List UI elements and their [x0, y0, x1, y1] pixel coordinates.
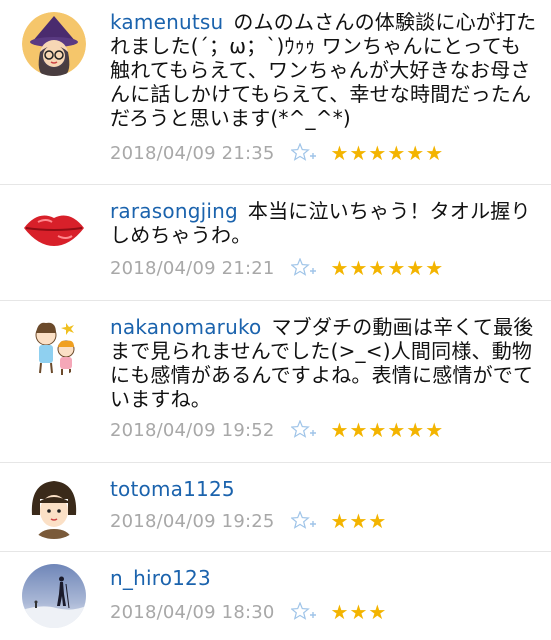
comment-username[interactable]: totoma1125: [110, 477, 235, 501]
comment-meta: 2018/04/09 21:35 ★★★★★★: [110, 139, 444, 167]
comment-username[interactable]: nakanomaruko: [110, 315, 261, 339]
comment-item: nakanomaruko マブダチの動画は辛くて最後まで見られませんでした(>_<…: [0, 301, 551, 463]
rating-stars: ★★★★★★: [330, 141, 445, 165]
comment-timestamp: 2018/04/09 18:30: [110, 601, 275, 623]
rating-stars: ★★★★★★: [330, 256, 445, 280]
comment-item: rarasongjing 本当に泣いちゃう！タオル握りしめちゃうわ。 2018/0…: [0, 185, 551, 301]
comment-meta: 2018/04/09 21:21 ★★★★★★: [110, 254, 444, 282]
climber-photo-icon: [22, 564, 86, 628]
comment-timestamp: 2018/04/09 19:52: [110, 419, 275, 441]
girl-bob-hair-icon: [22, 475, 86, 539]
avatar[interactable]: [22, 12, 86, 76]
comment-text: rarasongjing 本当に泣いちゃう！タオル握りしめちゃうわ。: [110, 199, 540, 247]
comment-item: n_hiro123 2018/04/09 18:30 ★★★: [0, 552, 551, 640]
comment-meta: 2018/04/09 18:30 ★★★: [110, 598, 387, 626]
comment-timestamp: 2018/04/09 19:25: [110, 510, 275, 532]
comment-meta: 2018/04/09 19:25 ★★★: [110, 507, 387, 535]
add-favorite-star-icon[interactable]: [290, 143, 317, 163]
comment-text: nakanomaruko マブダチの動画は辛くて最後まで見られませんでした(>_<…: [110, 315, 540, 411]
witch-avatar-icon: [22, 12, 86, 76]
add-favorite-star-icon[interactable]: [290, 258, 317, 278]
comment-username[interactable]: rarasongjing: [110, 199, 238, 223]
add-favorite-star-icon[interactable]: [290, 511, 317, 531]
comment-timestamp: 2018/04/09 21:21: [110, 257, 275, 279]
comment-meta: 2018/04/09 19:52 ★★★★★★: [110, 416, 444, 444]
comment-text: kamenutsu のムのムさんの体験談に心が打たれました(´；ω；`)ｳｩｩ ワ…: [110, 10, 540, 130]
comment-text: n_hiro123: [110, 566, 540, 590]
avatar[interactable]: [22, 564, 86, 628]
red-lips-icon: [22, 196, 86, 260]
comment-username[interactable]: n_hiro123: [110, 566, 211, 590]
rating-stars: ★★★: [330, 600, 388, 624]
kids-illustration-icon: [22, 313, 86, 377]
add-favorite-star-icon[interactable]: [290, 420, 317, 440]
comment-text: totoma1125: [110, 477, 540, 501]
add-favorite-star-icon[interactable]: [290, 602, 317, 622]
rating-stars: ★★★★★★: [330, 418, 445, 442]
avatar[interactable]: [22, 313, 86, 377]
comment-item: totoma1125 2018/04/09 19:25 ★★★: [0, 463, 551, 552]
avatar[interactable]: [22, 196, 86, 260]
avatar[interactable]: [22, 475, 86, 539]
comment-timestamp: 2018/04/09 21:35: [110, 142, 275, 164]
comment-item: kamenutsu のムのムさんの体験談に心が打たれました(´；ω；`)ｳｩｩ ワ…: [0, 0, 551, 185]
comment-username[interactable]: kamenutsu: [110, 10, 223, 34]
rating-stars: ★★★: [330, 509, 388, 533]
